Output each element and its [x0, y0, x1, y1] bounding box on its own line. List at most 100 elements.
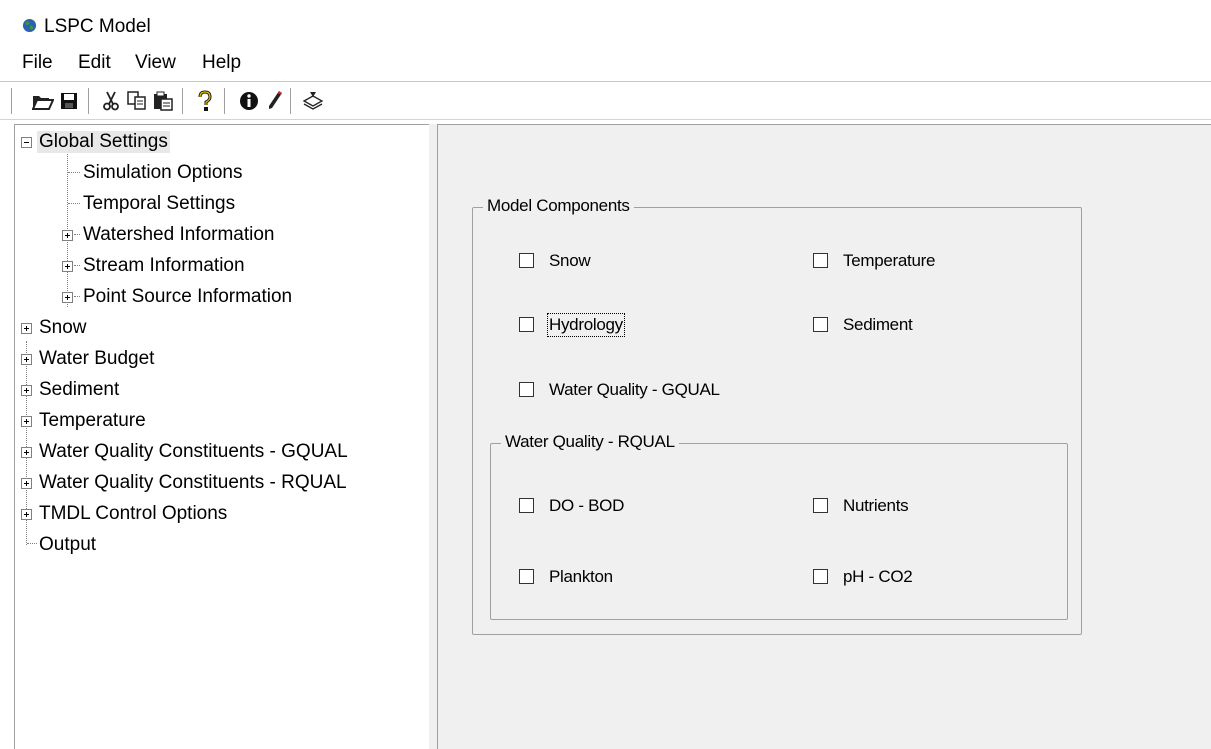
tree-item-temporal-settings[interactable]: Temporal Settings — [15, 191, 415, 219]
tree-item-global-settings[interactable]: Global Settings — [15, 129, 415, 157]
tree-item-stream-information[interactable]: Stream Information — [15, 253, 415, 281]
tree-item-sediment[interactable]: Sediment — [15, 377, 415, 405]
edit-pencil-icon — [269, 91, 282, 109]
copy-icon — [127, 91, 146, 110]
save-icon — [61, 93, 77, 109]
checkbox-box[interactable] — [519, 317, 534, 332]
info-icon — [240, 92, 258, 110]
checkbox-box[interactable] — [813, 569, 828, 584]
menu-file[interactable]: File — [22, 52, 53, 74]
ph-co2-checkbox[interactable]: pH - CO2 — [813, 567, 993, 589]
checkbox-label: Sediment — [843, 315, 913, 334]
tree-item-label: Output — [39, 534, 97, 555]
tree-item-water-budget[interactable]: Water Budget — [15, 346, 415, 374]
checkbox-box[interactable] — [519, 498, 534, 513]
menu-help[interactable]: Help — [202, 52, 241, 74]
water-quality-gqual-checkbox[interactable]: Water Quality - GQUAL — [519, 380, 779, 402]
checkbox-box[interactable] — [519, 569, 534, 584]
checkbox-label: Hydrology — [547, 313, 625, 337]
expand-icon[interactable] — [21, 354, 32, 365]
expand-icon[interactable] — [21, 416, 32, 427]
tree-item-wq-constituents-rqual[interactable]: Water Quality Constituents - RQUAL — [15, 470, 415, 498]
tree-item-label: Temporal Settings — [83, 193, 236, 214]
model-components-legend: Model Components — [483, 196, 634, 216]
expand-icon[interactable] — [21, 509, 32, 520]
toolbar-separator — [182, 88, 184, 114]
expand-icon[interactable] — [62, 230, 73, 241]
hydrology-checkbox[interactable]: Hydrology — [519, 313, 679, 337]
menu-edit[interactable]: Edit — [78, 52, 111, 74]
toolbar-separator — [290, 88, 292, 114]
tree-item-label: Point Source Information — [83, 286, 293, 307]
menu-bar: File Edit View Help — [0, 46, 1211, 82]
nutrients-checkbox[interactable]: Nutrients — [813, 496, 993, 518]
info-button[interactable] — [236, 88, 262, 114]
help-button[interactable] — [192, 88, 218, 114]
toolbar-separator — [224, 88, 226, 114]
run-model-icon — [302, 92, 324, 110]
water-quality-rqual-group: Water Quality - RQUAL DO - BOD Nutrients… — [490, 432, 1068, 620]
tree-item-tmdl-control-options[interactable]: TMDL Control Options — [15, 501, 415, 529]
do-bod-checkbox[interactable]: DO - BOD — [519, 496, 679, 518]
expand-icon[interactable] — [21, 323, 32, 334]
checkbox-label: DO - BOD — [549, 496, 625, 515]
copy-button[interactable] — [124, 88, 150, 114]
toolbar-separator — [88, 88, 90, 114]
checkbox-label: Snow — [549, 251, 591, 270]
settings-panel: Model Components Snow Temperature Hydrol… — [438, 124, 1211, 749]
pane-splitter[interactable] — [429, 124, 438, 749]
tree-item-label: Water Budget — [39, 348, 155, 369]
cut-icon — [103, 91, 119, 111]
tree-item-temperature[interactable]: Temperature — [15, 408, 415, 436]
temperature-checkbox[interactable]: Temperature — [813, 251, 1013, 273]
edit-button[interactable] — [262, 88, 288, 114]
expand-icon[interactable] — [21, 478, 32, 489]
tree-item-label: Simulation Options — [83, 162, 243, 183]
help-icon — [198, 90, 212, 111]
open-button[interactable] — [30, 88, 56, 114]
sediment-checkbox[interactable]: Sediment — [813, 315, 1013, 337]
tree-item-label: TMDL Control Options — [39, 503, 228, 524]
snow-checkbox[interactable]: Snow — [519, 251, 679, 273]
plankton-checkbox[interactable]: Plankton — [519, 567, 679, 589]
menu-view[interactable]: View — [135, 52, 176, 74]
tree-item-label: Temperature — [39, 410, 146, 431]
toolbar-grip[interactable] — [11, 88, 14, 114]
expand-icon[interactable] — [62, 261, 73, 272]
expand-icon[interactable] — [21, 385, 32, 396]
model-components-group: Model Components Snow Temperature Hydrol… — [472, 196, 1082, 635]
checkbox-box[interactable] — [813, 498, 828, 513]
checkbox-label: Water Quality - GQUAL — [549, 380, 720, 399]
tree-item-label: Water Quality Constituents - RQUAL — [39, 472, 347, 493]
paste-icon — [154, 91, 173, 111]
toolbar — [0, 84, 1211, 120]
checkbox-box[interactable] — [519, 382, 534, 397]
tree-item-label: Water Quality Constituents - GQUAL — [39, 441, 348, 462]
tree-item-label: Snow — [39, 317, 87, 338]
tree-item-point-source-information[interactable]: Point Source Information — [15, 284, 415, 312]
save-button[interactable] — [56, 88, 82, 114]
run-model-button[interactable] — [300, 88, 326, 114]
rqual-legend: Water Quality - RQUAL — [501, 432, 679, 452]
checkbox-box[interactable] — [813, 253, 828, 268]
cut-button[interactable] — [98, 88, 124, 114]
tree-item-watershed-information[interactable]: Watershed Information — [15, 222, 415, 250]
checkbox-box[interactable] — [519, 253, 534, 268]
tree-item-simulation-options[interactable]: Simulation Options — [15, 160, 415, 188]
settings-tree[interactable]: Global Settings Simulation Options Tempo… — [14, 124, 429, 749]
tree-item-output[interactable]: Output — [15, 532, 415, 560]
tree-item-label: Sediment — [39, 379, 120, 400]
expand-icon[interactable] — [62, 292, 73, 303]
tree-item-wq-constituents-gqual[interactable]: Water Quality Constituents - GQUAL — [15, 439, 415, 467]
paste-button[interactable] — [150, 88, 176, 114]
expand-icon[interactable] — [21, 447, 32, 458]
checkbox-box[interactable] — [813, 317, 828, 332]
tree-item-label: Watershed Information — [83, 224, 275, 245]
checkbox-label: Temperature — [843, 251, 936, 270]
collapse-icon[interactable] — [21, 137, 32, 148]
tree-item-snow[interactable]: Snow — [15, 315, 415, 343]
checkbox-label: Plankton — [549, 567, 613, 586]
checkbox-label: pH - CO2 — [843, 567, 913, 586]
window-title: LSPC Model — [44, 16, 151, 37]
title-bar: LSPC Model — [0, 0, 1211, 46]
